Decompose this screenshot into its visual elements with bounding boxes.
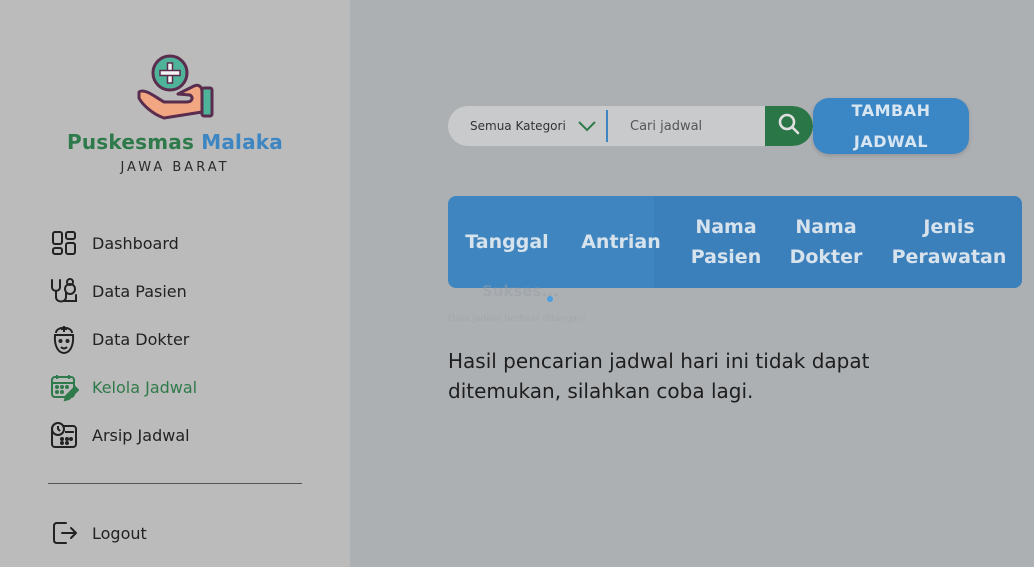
sidebar-item-label: Data Dokter xyxy=(92,329,190,349)
column-header-antrian[interactable]: Antrian xyxy=(566,196,676,288)
column-header-line2: Perawatan xyxy=(891,246,1007,268)
category-select-value: Semua Kategori xyxy=(470,119,566,133)
column-header-nama-pasien[interactable]: Nama Pasien xyxy=(676,196,776,288)
sidebar-item-arsip-jadwal[interactable]: Arsip Jadwal xyxy=(48,419,190,451)
sidebar-divider xyxy=(48,483,302,484)
sidebar-item-kelola-jadwal[interactable]: Kelola Jadwal xyxy=(48,371,197,403)
calendar-edit-icon xyxy=(48,371,80,403)
sidebar-item-label: Data Pasien xyxy=(92,281,187,301)
sidebar-item-label: Kelola Jadwal xyxy=(92,377,198,397)
logout-button[interactable]: Logout xyxy=(48,517,147,549)
brand-name-part1: Puskesmas xyxy=(67,130,195,154)
toast-subtitle-ghost: Data jadwal berhasil ditangani xyxy=(448,314,586,324)
sidebar-item-data-dokter[interactable]: Data Dokter xyxy=(48,323,189,355)
logout-icon xyxy=(48,517,80,549)
search-input[interactable] xyxy=(610,106,764,146)
schedule-table-header: Tanggal Antrian Nama Pasien Nama Dokter Je… xyxy=(448,196,1022,288)
column-header-line2: Pasien xyxy=(690,246,762,268)
search-bar: Semua Kategori xyxy=(448,106,813,146)
category-select[interactable]: Semua Kategori xyxy=(448,106,606,146)
dashboard-icon xyxy=(48,227,80,259)
brand-region: JAWA BARAT xyxy=(120,160,230,175)
search-icon xyxy=(777,112,801,140)
add-schedule-label-line2: JADWAL xyxy=(853,132,929,151)
brand-name: Puskesmas Malaka xyxy=(0,130,350,154)
chevron-down-icon xyxy=(578,118,596,135)
add-schedule-label-line1: TAMBAH xyxy=(851,101,931,120)
search-button[interactable] xyxy=(765,106,813,146)
empty-result-message: Hasil pencarian jadwal hari ini tidak da… xyxy=(448,349,870,403)
sidebar-item-data-pasien[interactable]: Data Pasien xyxy=(48,275,187,307)
sidebar: Puskesmas Malaka JAWA BARAT Dashboard Da… xyxy=(0,0,350,567)
sidebar-item-label: Dashboard xyxy=(92,233,179,253)
brand-name-part2: Malaka xyxy=(201,130,283,154)
calendar-clock-icon xyxy=(48,419,80,451)
add-schedule-button[interactable]: TAMBAH JADWAL xyxy=(813,98,969,154)
column-header-tanggal[interactable]: Tanggal xyxy=(448,196,566,288)
column-header-line1: Nama xyxy=(695,216,757,238)
column-header-line2: Dokter xyxy=(789,246,863,268)
column-header-line1: Nama xyxy=(795,216,857,238)
loading-dot xyxy=(547,296,553,302)
sidebar-item-dashboard[interactable]: Dashboard xyxy=(48,227,179,259)
column-header-nama-dokter[interactable]: Nama Dokter xyxy=(776,196,876,288)
hand-plus-logo-icon xyxy=(134,52,218,124)
column-header-line1: Jenis xyxy=(923,216,975,238)
stethoscope-icon xyxy=(48,275,80,307)
search-separator xyxy=(606,110,608,142)
sidebar-item-label: Arsip Jadwal xyxy=(92,425,190,445)
column-header-jenis-perawatan[interactable]: Jenis Perawatan xyxy=(876,196,1022,288)
logout-label: Logout xyxy=(92,523,147,543)
column-header-line1: Tanggal xyxy=(465,231,549,253)
doctor-icon xyxy=(48,323,80,355)
column-header-line1: Antrian xyxy=(581,231,661,253)
